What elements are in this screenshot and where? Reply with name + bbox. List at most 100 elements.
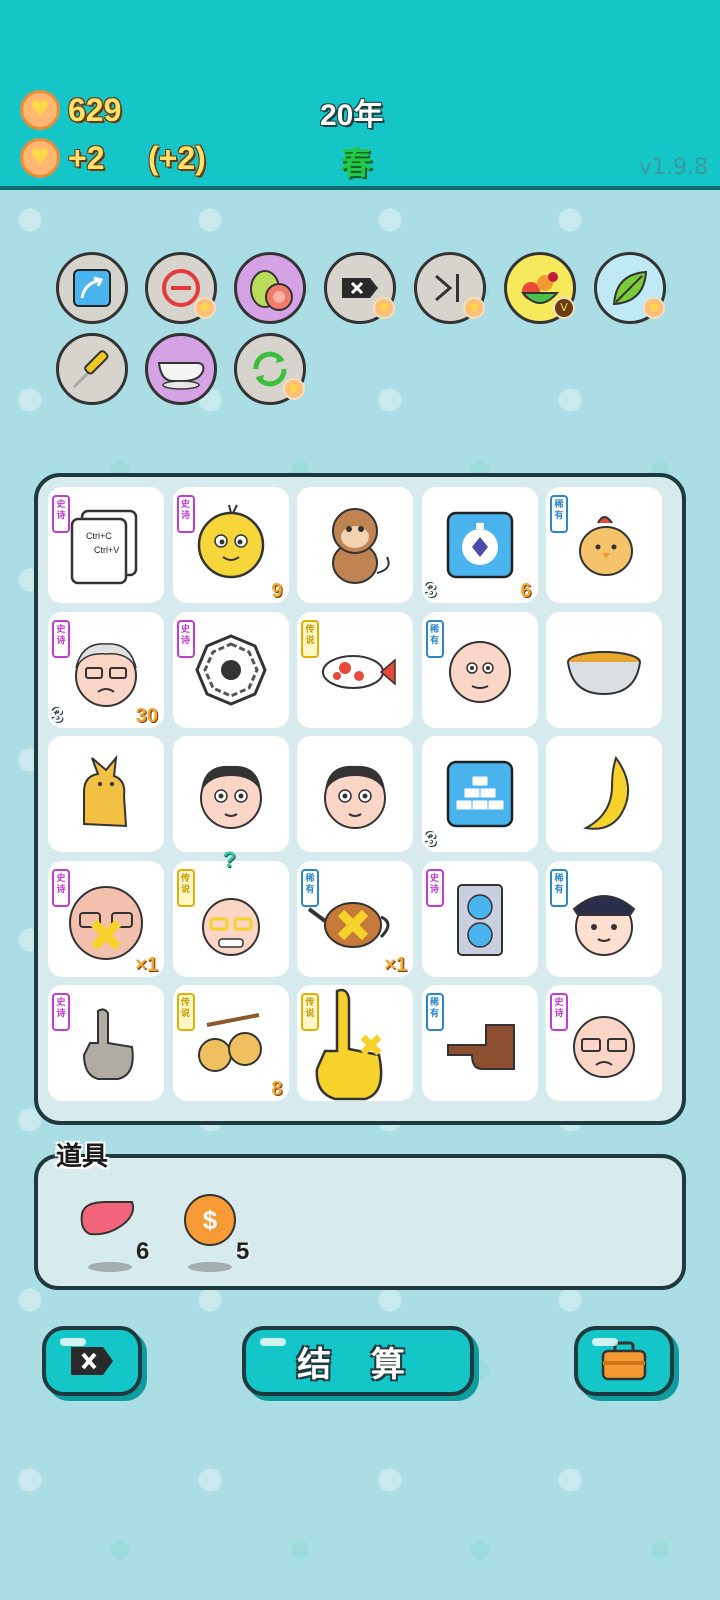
board-cell[interactable]: 3	[421, 736, 538, 852]
cell-bonus-value: 30	[135, 704, 158, 727]
board-cell[interactable]: 传 说?	[172, 847, 289, 977]
board-cell[interactable]: Ctrl+C Ctrl+V 史 诗	[48, 487, 164, 603]
coin-count: 629	[68, 92, 122, 128]
heart-cost-icon: ♥	[373, 297, 395, 319]
liver-count: 6	[136, 1238, 150, 1265]
man-face-icon	[324, 765, 386, 829]
cat-icon	[83, 754, 128, 828]
coin-icon	[20, 90, 60, 130]
cell-counter-value: 3	[52, 704, 64, 727]
slot-board: Ctrl+C Ctrl+V 史 诗史 诗963稀 有史 诗 30 3 史 诗传 说稀 有3…	[34, 473, 686, 1125]
rarity-tag: 史 诗	[52, 619, 70, 658]
heart-cost-icon: ♥	[194, 297, 216, 319]
board-cell[interactable]: 传 说 8	[172, 985, 289, 1101]
cell-bonus-value: 8	[271, 1078, 283, 1100]
rarity-tag: 稀 有	[301, 868, 319, 907]
version-label: v1.9.8	[639, 155, 708, 180]
delete-tag-icon	[71, 1347, 113, 1375]
copy-paste-text: Ctrl+C	[86, 531, 112, 541]
rarity-tag: 传 说	[301, 619, 319, 658]
cell-bonus-value: 9	[271, 580, 283, 602]
gravy-boat-tool[interactable]	[145, 333, 217, 405]
banana-icon	[583, 755, 630, 830]
board-cell[interactable]: 史 诗 30 3	[48, 611, 164, 728]
board-cell[interactable]: 史 诗	[48, 985, 164, 1101]
fruit-basket-tool[interactable]: V	[504, 252, 576, 324]
board-cell[interactable]: 史 诗 9	[172, 487, 289, 603]
rarity-tag: 传 说	[301, 993, 319, 1031]
settle-button[interactable]: 结 算	[242, 1326, 474, 1396]
board-cell[interactable]: 稀 有	[421, 985, 538, 1101]
income-bonus: (+2)	[148, 140, 206, 176]
board-cell[interactable]: 传 说	[297, 985, 413, 1101]
dollar-coin-icon[interactable]: $	[182, 1192, 238, 1248]
copy-paste-text: Ctrl+V	[94, 545, 119, 555]
cell-bonus-value: ×1	[135, 953, 158, 976]
income-value: +2	[68, 140, 105, 176]
rarity-tag: 稀 有	[425, 619, 444, 658]
rarity-tag: 史 诗	[425, 868, 444, 907]
question-mark: ?	[222, 846, 236, 872]
board-cell[interactable]	[297, 736, 413, 852]
season-label: 春	[340, 144, 373, 182]
soup-bowl-icon	[567, 650, 641, 695]
vip-badge: V	[553, 297, 575, 319]
items-title: 道具	[56, 1142, 109, 1172]
board-cell[interactable]: 稀 有 ×1	[297, 860, 413, 977]
rarity-tag: 传 说	[176, 868, 195, 907]
screwdriver-tool[interactable]	[56, 333, 128, 405]
heart-cost-icon: ♥	[283, 378, 305, 400]
board-cell[interactable]: 稀 有	[421, 611, 538, 728]
cell-counter-value: 3	[425, 580, 437, 602]
delete-button[interactable]	[42, 1326, 142, 1396]
item-shadow	[88, 1262, 132, 1272]
board-cell[interactable]: 史 诗	[546, 985, 662, 1101]
coin-item-count: 5	[236, 1238, 250, 1265]
guava-icon	[250, 270, 293, 311]
arrow-up-right-tool[interactable]	[56, 252, 128, 324]
board-cell[interactable]: 史 诗	[172, 611, 289, 728]
board-cell[interactable]	[297, 487, 413, 603]
board-cell[interactable]: 稀 有	[546, 860, 662, 977]
rarity-tag: 稀 有	[550, 868, 568, 907]
button-shine	[592, 1338, 618, 1346]
leaf-tool[interactable]: ♥	[594, 252, 666, 324]
rarity-tag: 史 诗	[550, 993, 568, 1031]
svg-text:$: $	[203, 1205, 218, 1235]
board-cell[interactable]: 史 诗	[421, 860, 538, 977]
rarity-tag: 史 诗	[52, 868, 70, 907]
board-cell[interactable]	[48, 736, 164, 852]
guava-tool[interactable]	[234, 252, 306, 324]
bag-button[interactable]	[574, 1326, 674, 1396]
delete-tag-tool[interactable]: ♥	[324, 252, 396, 324]
rarity-tag: 史 诗	[176, 619, 195, 658]
board-cell[interactable]	[172, 736, 289, 852]
board-cell[interactable]: 63	[421, 487, 538, 603]
gravy-boat-icon	[157, 362, 205, 390]
remove-tool[interactable]: ♥	[145, 252, 217, 324]
liver-icon[interactable]	[78, 1196, 138, 1242]
heart-cost-icon: ♥	[463, 297, 485, 319]
gold-bars-card-icon	[446, 760, 513, 828]
board-cell[interactable]: 史 诗 ×1	[48, 860, 164, 977]
income-coin-icon	[20, 138, 60, 178]
board-cell[interactable]	[546, 736, 662, 852]
rarity-tag: 稀 有	[550, 495, 568, 533]
cell-bonus-value: 6	[520, 580, 532, 602]
board-cell[interactable]: 稀 有	[546, 487, 662, 603]
settle-label: 结 算	[297, 1344, 419, 1385]
rarity-tag: 史 诗	[52, 993, 70, 1031]
item-shadow	[188, 1262, 232, 1272]
button-shine	[260, 1338, 286, 1346]
heart-cost-icon: ♥	[643, 297, 665, 319]
screwdriver-icon	[72, 350, 109, 389]
rarity-tag: 传 说	[176, 993, 195, 1031]
skip-tool[interactable]: ♥	[414, 252, 486, 324]
board-cell[interactable]: 传 说	[297, 611, 413, 728]
button-shine	[60, 1338, 86, 1346]
year-label: 20年	[320, 99, 384, 132]
board-cell[interactable]	[546, 611, 662, 728]
refresh-tool[interactable]: ♥	[234, 333, 306, 405]
cell-bonus-value: ×1	[384, 953, 407, 976]
rarity-tag: 史 诗	[176, 495, 195, 533]
